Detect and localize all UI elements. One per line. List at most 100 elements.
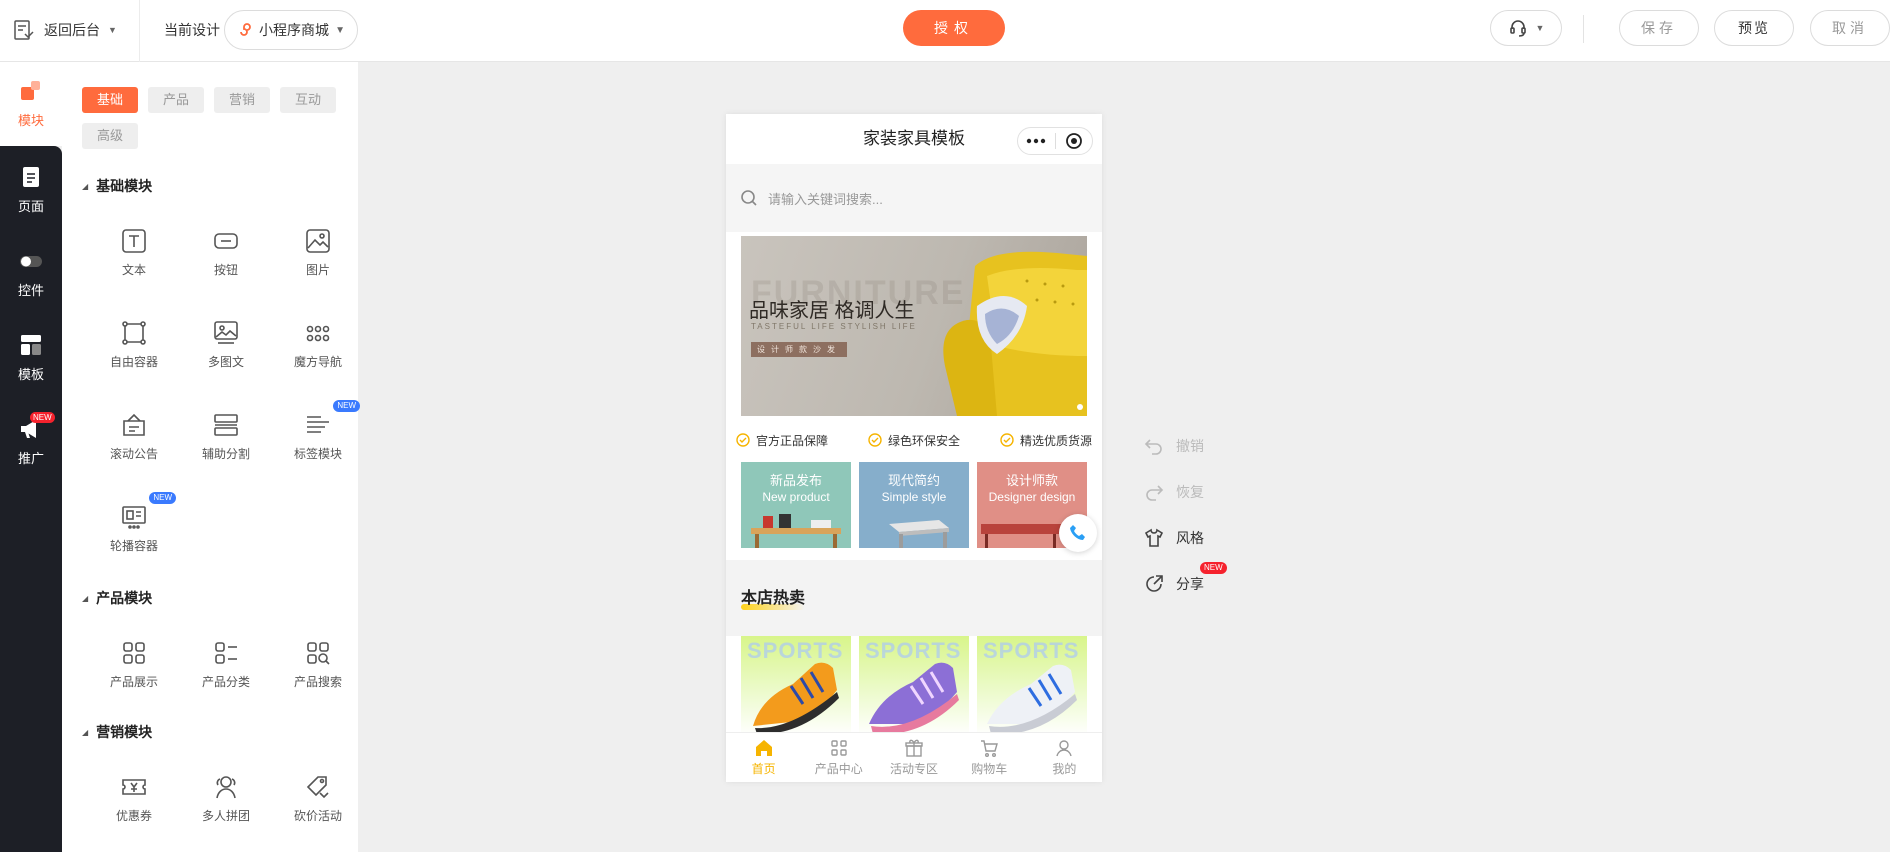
undo-icon — [1144, 439, 1162, 455]
module-text[interactable]: 文本 — [88, 214, 180, 290]
tab-label: 我的 — [1052, 762, 1077, 776]
back-to-admin-button[interactable]: 返回后台 ▼ — [12, 14, 117, 46]
module-label: 砍价活动 — [293, 808, 342, 823]
section-marketing-modules[interactable]: ◢ 营销模块 — [82, 722, 152, 742]
section-basic-modules[interactable]: ◢ 基础模块 — [82, 176, 152, 196]
category-cn: 设计师款 — [1005, 473, 1058, 488]
product-card[interactable]: SPORTS — [741, 636, 851, 736]
module-label: 魔方导航 — [293, 354, 342, 369]
product-card[interactable]: SPORTS — [859, 636, 969, 736]
search-icon — [741, 190, 757, 206]
left-nav: 模块 页面 控件 模板 NEW 推广 — [0, 62, 62, 852]
category-new-product[interactable]: 新品发布 New product — [741, 462, 851, 548]
notice-icon — [123, 413, 145, 436]
tab-home[interactable]: 首页 — [726, 733, 801, 782]
grid-nav-icon — [306, 325, 330, 341]
yellow-sofa-image — [943, 251, 1087, 416]
bargain-icon — [306, 775, 329, 798]
tab-label: 产品中心 — [814, 762, 863, 776]
module-coupon[interactable]: 优惠券 — [88, 760, 180, 836]
module-product-search[interactable]: 产品搜索 — [272, 626, 364, 702]
tab-interaction[interactable]: 互动 — [280, 87, 336, 113]
product-grid-icon — [123, 641, 145, 664]
tab-basic[interactable]: 基础 — [82, 87, 138, 113]
category-simple-style[interactable]: 现代简约 Simple style — [859, 462, 969, 548]
save-button[interactable]: 保存 — [1619, 10, 1699, 46]
module-label: 多人拼团 — [201, 808, 250, 823]
module-label: 文本 — [121, 262, 146, 277]
module-multi-image[interactable]: 多图文 — [180, 306, 272, 382]
search-input[interactable]: 请输入关键词搜索... — [740, 178, 1088, 218]
tshirt-icon — [1144, 528, 1164, 547]
module-image[interactable]: 图片 — [272, 214, 364, 290]
nav-item-promote[interactable]: NEW 推广 — [0, 406, 62, 476]
close-target-icon[interactable] — [1055, 132, 1092, 150]
redo-icon — [1146, 485, 1164, 501]
more-dots-icon[interactable] — [1018, 138, 1055, 144]
module-label: 自由容器 — [109, 354, 158, 369]
guarantee-item: 精选优质货源 — [1000, 430, 1092, 450]
section-title: 营销模块 — [96, 724, 153, 740]
share-button[interactable]: 分享 NEW — [1144, 562, 1227, 596]
product-center-icon — [831, 740, 847, 756]
module-product-category[interactable]: 产品分类 — [180, 626, 272, 702]
phone-call-button[interactable] — [1059, 514, 1097, 552]
cabinet-image — [751, 514, 841, 548]
tab-product[interactable]: 产品 — [148, 87, 204, 113]
nav-item-template[interactable]: 模板 — [0, 322, 62, 392]
collapse-triangle-icon: ◢ — [82, 593, 89, 603]
redo-button[interactable]: 恢复 — [1144, 480, 1204, 504]
module-divider[interactable]: 辅助分割 — [180, 398, 272, 474]
tab-activity[interactable]: 活动专区 — [876, 733, 951, 782]
module-label: 优惠券 — [115, 808, 152, 823]
search-placeholder: 请输入关键词搜索... — [768, 191, 883, 207]
module-label: 按钮 — [213, 262, 238, 277]
shoe-orange-image — [753, 662, 839, 735]
tab-product-center[interactable]: 产品中心 — [801, 733, 876, 782]
section-product-modules[interactable]: ◢ 产品模块 — [82, 588, 152, 608]
style-button[interactable]: 风格 — [1144, 526, 1204, 550]
module-product-display[interactable]: 产品展示 — [88, 626, 180, 702]
tab-marketing[interactable]: 营销 — [214, 87, 270, 113]
banner-subtitle: TASTEFUL LIFE STYLISH LIFE — [751, 322, 917, 331]
back-admin-icon — [14, 20, 34, 40]
search-bar: 请输入关键词搜索... — [726, 164, 1102, 232]
authorize-button[interactable]: 授权 — [903, 10, 1005, 46]
module-bargain[interactable]: 砍价活动 — [272, 760, 364, 836]
design-select[interactable]: 小程序商城 ▼ — [224, 10, 358, 50]
current-design-label: 当前设计 — [164, 22, 220, 38]
module-label: 产品搜索 — [293, 674, 342, 689]
carousel-dot[interactable] — [1077, 404, 1083, 410]
nav-item-control[interactable]: 控件 — [0, 238, 62, 308]
home-banner[interactable]: FURNITURE 品味家居 格调人生 TASTEFUL LIFE STYLIS… — [741, 236, 1087, 416]
tab-cart[interactable]: 购物车 — [952, 733, 1027, 782]
undo-label: 撤销 — [1176, 438, 1204, 454]
module-carousel[interactable]: NEW 轮播容器 — [88, 490, 180, 566]
product-card[interactable]: SPORTS — [977, 636, 1087, 736]
cancel-button[interactable]: 取消 — [1810, 10, 1890, 46]
check-circle-icon — [1000, 433, 1014, 447]
module-free-container[interactable]: 自由容器 — [88, 306, 180, 382]
preview-button[interactable]: 预览 — [1714, 10, 1794, 46]
module-tag[interactable]: NEW 标签模块 — [272, 398, 364, 474]
group-buy-icon — [216, 775, 236, 798]
tab-advanced[interactable]: 高级 — [82, 123, 138, 149]
template-icon — [21, 334, 41, 355]
undo-button[interactable]: 撤销 — [1144, 434, 1204, 458]
tab-mine[interactable]: 我的 — [1027, 733, 1102, 782]
guarantee-label: 官方正品保障 — [756, 433, 829, 448]
module-label: 轮播容器 — [109, 538, 158, 553]
button-icon — [214, 232, 238, 249]
nav-item-label: 模板 — [17, 366, 44, 382]
customer-service-button[interactable]: ▼ — [1490, 10, 1562, 46]
nav-item-module[interactable]: 模块 — [0, 68, 62, 138]
divider — [1583, 15, 1584, 43]
nav-item-page[interactable]: 页面 — [0, 154, 62, 224]
module-grid-nav[interactable]: 魔方导航 — [272, 306, 364, 382]
module-button[interactable]: 按钮 — [180, 214, 272, 290]
module-notice[interactable]: 滚动公告 — [88, 398, 180, 474]
module-group-buy[interactable]: 多人拼团 — [180, 760, 272, 836]
module-label: 图片 — [305, 262, 330, 277]
carousel-icon — [122, 505, 146, 529]
page-icon — [23, 166, 39, 187]
